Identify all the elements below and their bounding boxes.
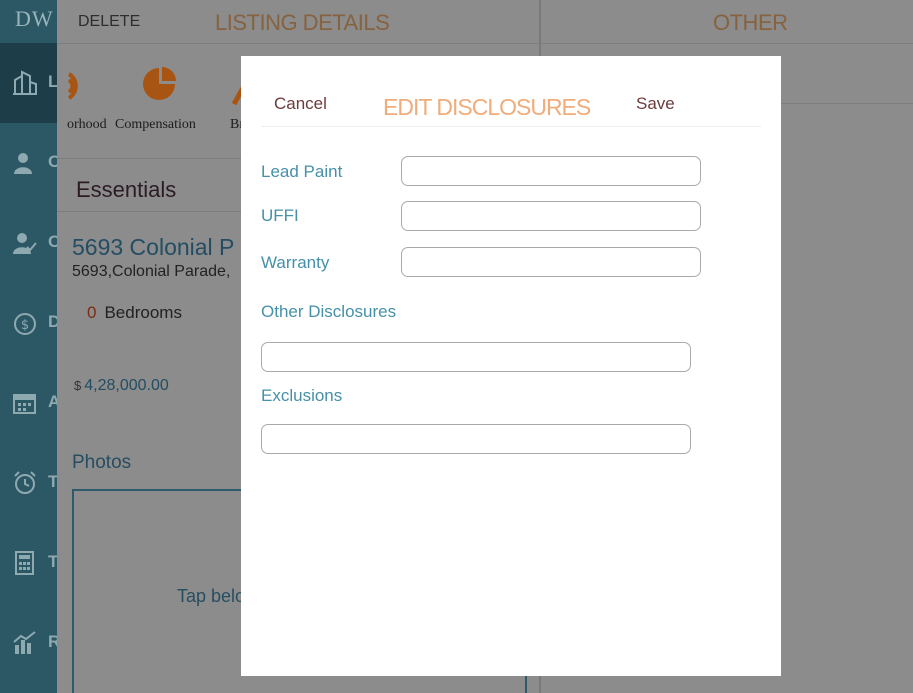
warranty-label: Warranty — [261, 253, 330, 272]
person-icon — [14, 153, 32, 174]
uffi-label: UFFI — [261, 206, 299, 225]
listing-header: DELETE LISTING DETAILS — [57, 0, 539, 44]
calendar-icon — [13, 394, 36, 414]
uffi-input[interactable] — [401, 201, 701, 231]
sidebar-item-reports[interactable]: R — [0, 622, 60, 662]
other-disclosures-input[interactable] — [261, 342, 691, 372]
other-title: OTHER — [713, 10, 788, 35]
svg-text:$: $ — [21, 318, 29, 333]
exclusions-label: Exclusions — [261, 386, 343, 405]
tab-compensation[interactable]: Compensation — [115, 117, 196, 133]
sidebar-item-clients[interactable]: C — [0, 222, 60, 262]
other-header: OTHER — [541, 0, 913, 44]
building-icon — [13, 70, 37, 95]
bar-chart-icon — [13, 631, 36, 654]
cancel-button[interactable]: Cancel — [274, 94, 327, 114]
sidebar-item-tools[interactable]: To — [0, 542, 68, 582]
sidebar-item-listings[interactable]: L — [0, 62, 58, 102]
person-check-icon — [13, 233, 37, 254]
money-bag-icon: $ — [14, 313, 36, 335]
listing-price: $4,28,000.00 — [74, 377, 169, 395]
sidebar-item-contacts[interactable]: C — [0, 142, 60, 182]
price-currency: $ — [74, 378, 82, 393]
sidebar: DW L C C $ D A T R — [0, 0, 68, 693]
listing-address-title: 5693 Colonial P — [72, 234, 235, 260]
edit-disclosures-modal: Cancel EDIT DISCLOSURES Save Lead Paint … — [241, 56, 781, 676]
listing-title: LISTING DETAILS — [215, 10, 390, 35]
tab-neighborhood[interactable]: orhood — [67, 117, 107, 133]
pie-chart-icon[interactable] — [141, 66, 177, 102]
section-title: Essentials — [76, 177, 177, 202]
lead-paint-input[interactable] — [401, 156, 701, 186]
modal-title: EDIT DISCLOSURES — [383, 94, 591, 120]
other-disclosures-label: Other Disclosures — [261, 302, 397, 321]
bedrooms-label: Bedrooms — [104, 303, 182, 322]
alarm-clock-icon — [14, 471, 36, 494]
warranty-input[interactable] — [401, 247, 701, 277]
delete-button[interactable]: DELETE — [78, 13, 140, 31]
exclusions-input[interactable] — [261, 424, 691, 454]
bedrooms-stat: 0 Bedrooms — [87, 303, 182, 323]
price-value: 4,28,000.00 — [84, 377, 169, 394]
app-logo: DW — [15, 6, 54, 31]
lead-paint-label: Lead Paint — [261, 162, 343, 181]
photos-title: Photos — [72, 452, 132, 473]
sidebar-item-deals[interactable]: $ D — [0, 302, 60, 342]
bedrooms-count: 0 — [87, 303, 97, 322]
modal-header: Cancel EDIT DISCLOSURES Save — [261, 56, 761, 127]
sidebar-item-appointments[interactable]: A — [0, 382, 60, 422]
signal-icon[interactable] — [65, 66, 89, 106]
calculator-icon — [15, 551, 34, 575]
listing-address-line: 5693,Colonial Parade, — [72, 263, 231, 280]
sidebar-item-tasks[interactable]: T — [0, 462, 58, 502]
save-button[interactable]: Save — [636, 94, 675, 114]
photos-hint: Tap belo — [177, 586, 246, 606]
